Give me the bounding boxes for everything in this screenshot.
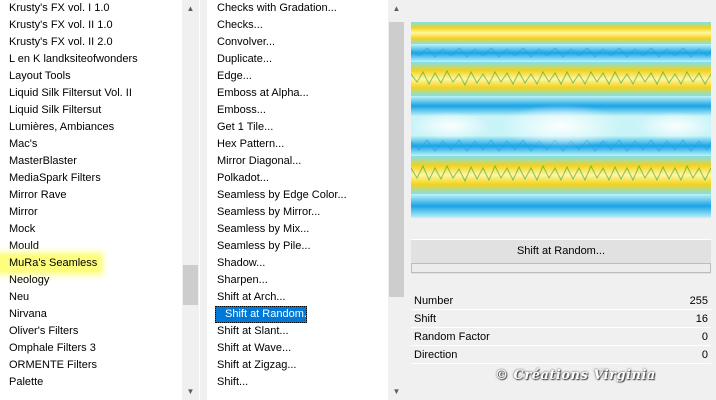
effect-preview <box>411 22 711 218</box>
category-item[interactable]: MuRa's Seamless <box>0 255 100 272</box>
filter-item[interactable]: Convolver... <box>207 34 387 51</box>
filter-item[interactable]: Mirror Diagonal... <box>207 153 387 170</box>
parameter-row[interactable]: Direction 0 <box>411 346 711 364</box>
parameter-name: Number <box>414 295 454 307</box>
category-item[interactable]: MediaSpark Filters <box>0 170 182 187</box>
filter-item[interactable]: Shadow... <box>207 255 387 272</box>
preview-image <box>411 22 711 218</box>
category-item[interactable]: Krusty's FX vol. II 1.0 <box>0 17 182 34</box>
filter-item[interactable]: Seamless by Edge Color... <box>207 187 387 204</box>
category-item[interactable]: Layout Tools <box>0 68 182 85</box>
filter-scrollbar[interactable]: ▲ ▼ <box>388 0 405 400</box>
category-item[interactable]: Liquid Silk Filtersut Vol. II <box>0 85 182 102</box>
filter-list[interactable]: Checks with Gradation... Checks... Convolv… <box>207 0 387 391</box>
category-item[interactable]: Krusty's FX vol. II 2.0 <box>0 34 182 51</box>
category-item[interactable]: Mirror Rave <box>0 187 182 204</box>
category-item[interactable]: Neology <box>0 272 182 289</box>
watermark: © Créations Virginia <box>495 368 656 383</box>
parameter-row[interactable]: Shift 16 <box>411 310 711 328</box>
filter-list-panel[interactable]: Checks with Gradation... Checks... Convolv… <box>207 0 405 400</box>
filter-item[interactable]: Seamless by Mirror... <box>207 204 387 221</box>
scroll-up-icon[interactable]: ▲ <box>388 0 405 17</box>
category-item[interactable]: ORMENTE Filters <box>0 357 182 374</box>
preset-panel: Shift at Random... <box>411 239 711 274</box>
category-item[interactable]: MasterBlaster <box>0 153 182 170</box>
parameter-table: Number 255 Shift 16 Random Factor 0 Direction 0 <box>411 292 711 364</box>
parameter-name: Random Factor <box>414 331 490 343</box>
parameter-row[interactable]: Random Factor 0 <box>411 328 711 346</box>
category-item[interactable]: Mirror <box>0 204 182 221</box>
filter-item[interactable]: Hex Pattern... <box>207 136 387 153</box>
parameter-value[interactable]: 16 <box>696 310 708 328</box>
category-scrollbar[interactable]: ▲ ▼ <box>182 0 199 400</box>
filter-scroll-thumb[interactable] <box>389 22 404 297</box>
category-item[interactable]: Liquid Silk Filtersut <box>0 102 182 119</box>
preset-bar[interactable] <box>411 263 711 273</box>
category-item[interactable]: Krusty's FX vol. I 1.0 <box>0 0 182 17</box>
category-list[interactable]: Krusty's FX vol. I 1.0 Krusty's FX vol. I… <box>0 0 182 391</box>
category-item[interactable]: Lumières, Ambiances <box>0 119 182 136</box>
parameter-value[interactable]: 0 <box>702 328 708 346</box>
filter-item[interactable]: Shift at Arch... <box>207 289 387 306</box>
parameter-name: Shift <box>414 313 437 325</box>
filter-item[interactable]: Shift at Zigzag... <box>207 357 387 374</box>
parameter-value[interactable]: 255 <box>690 292 708 310</box>
category-item[interactable]: Mould <box>0 238 182 255</box>
parameter-name: Direction <box>414 349 458 361</box>
category-item[interactable]: Neu <box>0 289 182 306</box>
filter-item[interactable]: Emboss at Alpha... <box>207 85 387 102</box>
filter-item[interactable]: Duplicate... <box>207 51 387 68</box>
filter-item[interactable]: Checks with Gradation... <box>207 0 387 17</box>
filter-item[interactable]: Shift at Slant... <box>207 323 387 340</box>
filter-item[interactable]: Checks... <box>207 17 387 34</box>
parameter-value[interactable]: 0 <box>702 346 708 364</box>
category-item[interactable]: Omphale Filters 3 <box>0 340 182 357</box>
filter-item[interactable]: Polkadot... <box>207 170 387 187</box>
category-scroll-thumb[interactable] <box>183 265 198 305</box>
filter-item[interactable]: Emboss... <box>207 102 387 119</box>
category-item[interactable]: Oliver's Filters <box>0 323 182 340</box>
scroll-down-icon[interactable]: ▼ <box>182 383 199 400</box>
filter-item[interactable]: Seamless by Mix... <box>207 221 387 238</box>
preset-title: Shift at Random... <box>516 245 606 257</box>
category-list-panel[interactable]: Krusty's FX vol. I 1.0 Krusty's FX vol. I… <box>0 0 200 400</box>
parameter-row[interactable]: Number 255 <box>411 292 711 310</box>
filter-item[interactable]: Sharpen... <box>207 272 387 289</box>
category-item[interactable]: Mac's <box>0 136 182 153</box>
filter-item[interactable]: Edge... <box>207 68 387 85</box>
filter-item[interactable]: Shift at Random... <box>215 306 307 323</box>
scroll-up-icon[interactable]: ▲ <box>182 0 199 17</box>
scroll-down-icon[interactable]: ▼ <box>388 383 405 400</box>
filter-item[interactable]: Shift... <box>207 374 387 391</box>
filter-item[interactable]: Get 1 Tile... <box>207 119 387 136</box>
filter-item[interactable]: Shift at Wave... <box>207 340 387 357</box>
category-item[interactable]: Palette <box>0 374 182 391</box>
category-item[interactable]: Nirvana <box>0 306 182 323</box>
filter-item[interactable]: Seamless by Pile... <box>207 238 387 255</box>
category-item[interactable]: Mock <box>0 221 182 238</box>
category-item[interactable]: L en K landksiteofwonders <box>0 51 182 68</box>
